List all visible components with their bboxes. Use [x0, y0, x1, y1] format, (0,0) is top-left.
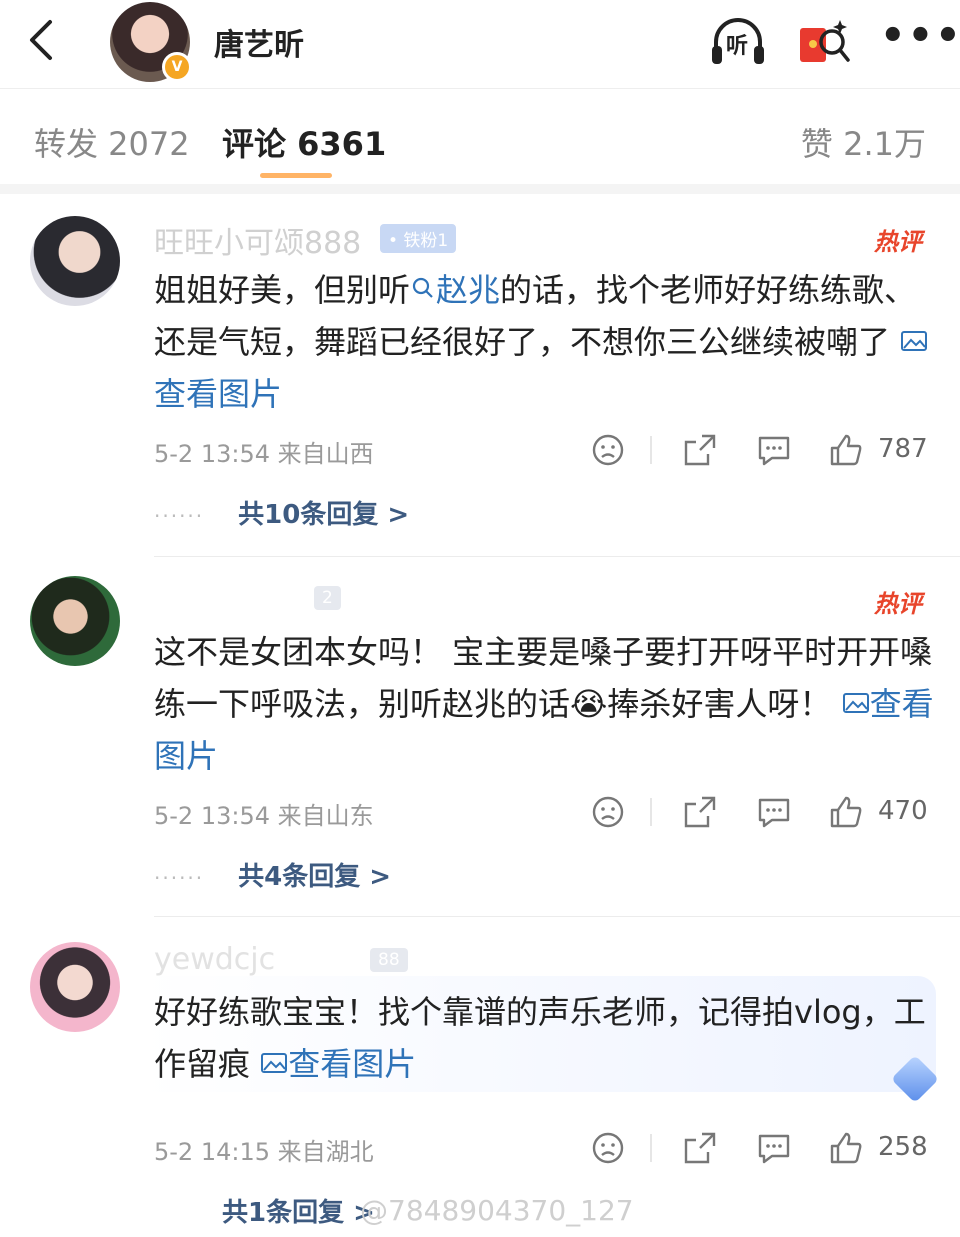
- replies-text: 共1条回复 >: [222, 1198, 375, 1228]
- comment-actions: 470: [588, 792, 928, 832]
- search-topic-text: 赵兆: [436, 271, 501, 309]
- fan-badge: • 铁粉1: [380, 224, 457, 253]
- tab-bar: 转发 2072 评论 6361 赞 2.1万: [0, 88, 960, 185]
- crying-emoji-icon: 😭: [570, 685, 608, 723]
- comment-meta: 5-2 13:54 来自山东: [154, 802, 374, 830]
- reply-icon[interactable]: [754, 1128, 794, 1168]
- thumbs-up-icon[interactable]: [826, 792, 866, 832]
- fan-badge: 2: [314, 586, 341, 610]
- comment-meta: 5-2 14:15 来自湖北: [154, 1138, 374, 1166]
- share-icon[interactable]: [680, 792, 720, 832]
- replies-text: 共10条回复 >: [238, 500, 410, 530]
- author-name[interactable]: 唐艺昕: [214, 20, 304, 64]
- action-divider: [650, 798, 652, 826]
- thumbs-up-icon[interactable]: [826, 430, 866, 470]
- comment-separator: [154, 556, 960, 557]
- replies-text: 共4条回复 >: [238, 862, 392, 892]
- tab-like[interactable]: 赞 2.1万: [801, 119, 926, 165]
- action-divider: [650, 436, 652, 464]
- comment-text-part: 捧杀好害人呀！: [607, 685, 832, 723]
- red-packet-icon: [800, 20, 850, 62]
- view-image-link[interactable]: 查看图片: [260, 1045, 416, 1083]
- commenter-avatar[interactable]: [30, 576, 120, 666]
- thumbs-up-icon[interactable]: [826, 1128, 866, 1168]
- reply-icon[interactable]: [754, 430, 794, 470]
- share-icon[interactable]: [680, 1128, 720, 1168]
- section-divider: [0, 184, 960, 194]
- dislike-face-icon[interactable]: [588, 1128, 628, 1168]
- comment-text-part: 姐姐好美，但别听: [154, 271, 411, 309]
- listen-button[interactable]: 听: [708, 14, 768, 70]
- active-tab-indicator: [260, 173, 332, 178]
- like-count: 470: [878, 796, 928, 826]
- image-icon: [901, 331, 928, 351]
- fan-badge: 88: [370, 948, 408, 972]
- comment-text: 这不是女团本女吗！ 宝主要是嗓子要打开呀平时开开嗓 练一下呼吸法，别听赵兆的话😭…: [154, 626, 944, 782]
- action-divider: [650, 1134, 652, 1162]
- replies-dots: ······: [154, 504, 205, 528]
- search-icon: [412, 277, 433, 298]
- tab-comment[interactable]: 评论 6361: [222, 119, 386, 165]
- like-count: 787: [878, 434, 928, 464]
- watermark: @7848904370_127: [360, 1194, 634, 1227]
- hot-comment-badge: 热评: [874, 228, 922, 256]
- top-bar: V 唐艺昕 听 •••: [0, 0, 960, 86]
- view-replies-link[interactable]: 共1条回复 >: [222, 1192, 375, 1229]
- view-replies-link[interactable]: ······ 共10条回复 >: [154, 494, 409, 531]
- view-replies-link[interactable]: ······ 共4条回复 >: [154, 856, 391, 893]
- comment-actions: 787: [588, 430, 928, 470]
- comment-actions: 258: [588, 1128, 928, 1168]
- more-options-icon[interactable]: •••: [880, 16, 960, 56]
- view-image-text: 查看图片: [154, 375, 283, 413]
- comment-separator: [154, 916, 960, 917]
- view-image-text: 查看图片: [288, 1045, 417, 1083]
- red-packet-search-button[interactable]: [794, 14, 854, 70]
- comment-text: 好好练歌宝宝！找个靠谱的声乐老师，记得拍vlog，工作留痕 查看图片: [154, 986, 944, 1090]
- tab-repost[interactable]: 转发 2072: [34, 119, 190, 165]
- commenter-name[interactable]: 旺旺小可颂888: [154, 218, 361, 262]
- listen-label: 听: [726, 34, 749, 59]
- image-icon: [842, 693, 869, 713]
- hot-comment-badge: 热评: [874, 590, 922, 618]
- replies-dots: ······: [154, 866, 205, 890]
- verified-badge-icon: V: [162, 52, 192, 82]
- commenter-avatar[interactable]: [30, 942, 120, 1032]
- dislike-face-icon[interactable]: [588, 430, 628, 470]
- dislike-face-icon[interactable]: [588, 792, 628, 832]
- reply-icon[interactable]: [754, 792, 794, 832]
- search-topic-link[interactable]: 赵兆: [410, 271, 500, 309]
- back-arrow-icon[interactable]: [20, 14, 64, 66]
- share-icon[interactable]: [680, 430, 720, 470]
- image-icon: [261, 1053, 288, 1073]
- comment-meta: 5-2 13:54 来自山西: [154, 440, 374, 468]
- commenter-name[interactable]: yewdcjc: [154, 942, 275, 977]
- like-count: 258: [878, 1132, 928, 1162]
- commenter-avatar[interactable]: [30, 216, 120, 306]
- comment-text: 姐姐好美，但别听 赵兆的话，找个老师好好练练歌、还是气短，舞蹈已经很好了，不想你三…: [154, 264, 944, 420]
